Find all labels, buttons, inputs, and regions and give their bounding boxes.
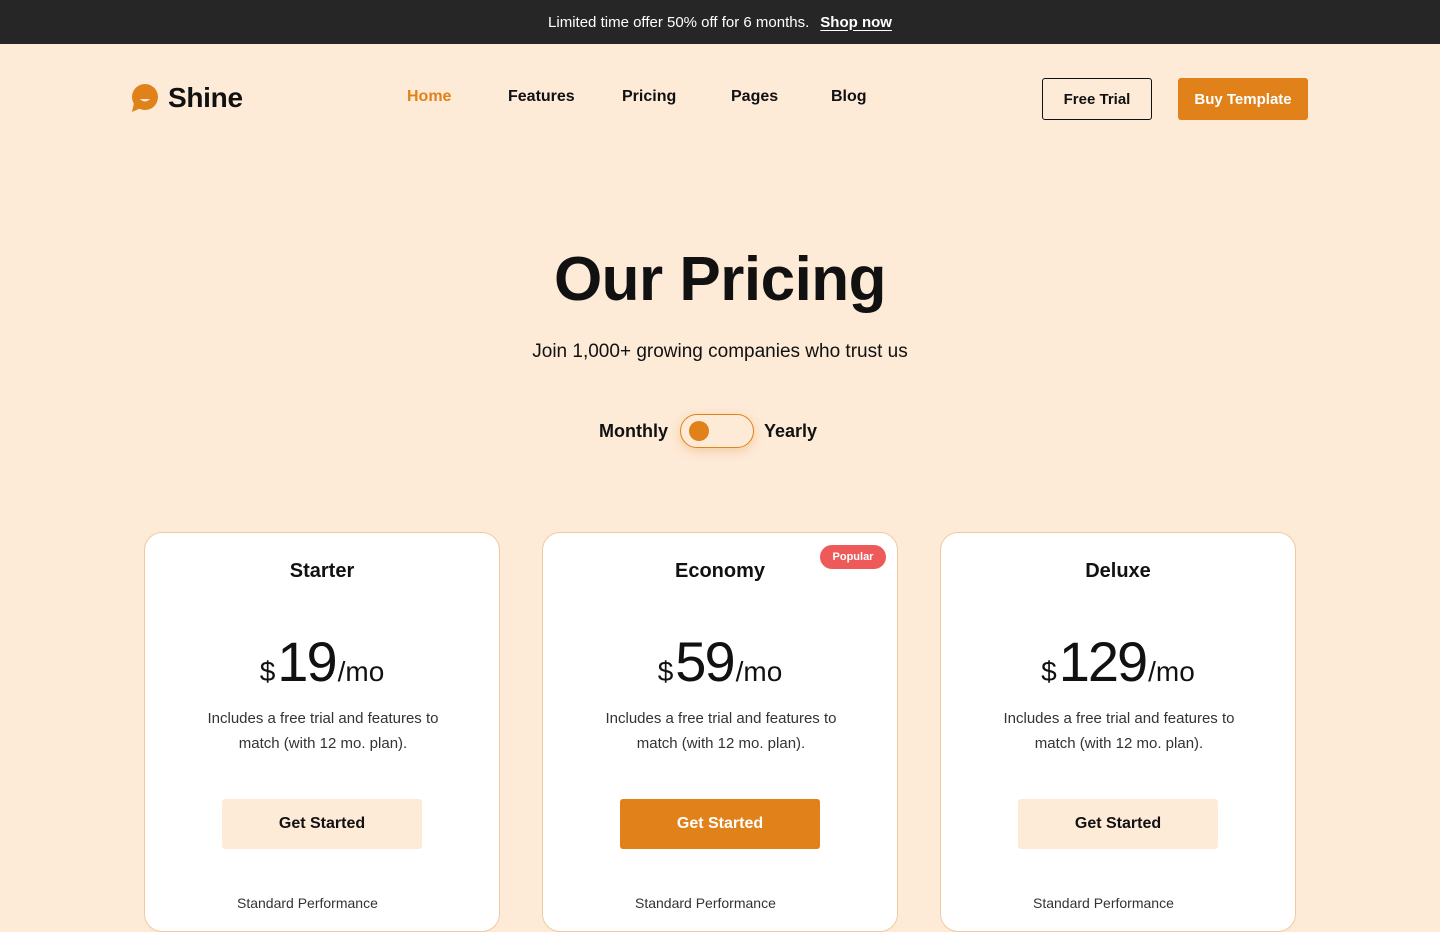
price-period: /mo [735, 656, 783, 687]
announcement-bar: Limited time offer 50% off for 6 months.… [0, 0, 1440, 44]
plan-description: Includes a free trial and features to ma… [605, 710, 837, 752]
plan-card-deluxe: Deluxe $ 129 /mo Includes a free trial a… [940, 532, 1296, 932]
plan-name: Starter [289, 560, 355, 582]
plan-price: $ 129 /mo [941, 629, 1295, 694]
shop-now-link[interactable]: Shop now [820, 14, 892, 31]
monthly-label[interactable]: Monthly [599, 421, 668, 442]
price-period: /mo [337, 656, 385, 687]
nav-item-pages[interactable]: Pages [731, 88, 778, 106]
price-amount: 59 [675, 630, 735, 693]
plan-feature: Standard Performance [1033, 895, 1174, 911]
price-currency: $ [259, 656, 276, 687]
plan-card-starter: Starter $ 19 /mo Includes a free trial a… [144, 532, 500, 932]
price-currency: $ [1041, 656, 1057, 687]
site-header: Shine Home Features Pricing Pages Blog F… [0, 44, 1440, 154]
yearly-label[interactable]: Yearly [764, 421, 817, 442]
nav-item-home[interactable]: Home [407, 88, 451, 106]
nav-item-features[interactable]: Features [508, 88, 575, 106]
announcement-message: Limited time offer 50% off for 6 months. [548, 13, 810, 31]
get-started-button[interactable]: Get Started [222, 799, 422, 849]
toggle-knob [689, 421, 709, 441]
plan-feature: Standard Performance [237, 895, 378, 911]
price-amount: 19 [277, 630, 337, 693]
plan-description: Includes a free trial and features to ma… [1003, 710, 1235, 752]
plan-card-economy: Popular Economy $ 59 /mo Includes a free… [542, 532, 898, 932]
free-trial-button[interactable]: Free Trial [1042, 78, 1152, 120]
nav-item-pricing[interactable]: Pricing [622, 88, 676, 106]
page-title: Our Pricing [553, 245, 887, 314]
buy-template-button[interactable]: Buy Template [1178, 78, 1308, 120]
plan-name: Deluxe [1085, 560, 1151, 582]
billing-toggle-row: Monthly Yearly [0, 414, 1440, 450]
plan-name: Economy [674, 560, 766, 582]
nav-item-blog[interactable]: Blog [831, 88, 867, 106]
price-amount: 129 [1058, 630, 1148, 693]
plan-price: $ 19 /mo [145, 629, 499, 694]
get-started-button[interactable]: Get Started [1018, 799, 1218, 849]
plan-feature: Standard Performance [635, 895, 776, 911]
get-started-button[interactable]: Get Started [620, 799, 820, 849]
price-period: /mo [1148, 656, 1195, 687]
plan-price: $ 59 /mo [543, 629, 897, 694]
price-currency: $ [657, 656, 674, 687]
page-subtitle: Join 1,000+ growing companies who trust … [532, 341, 908, 362]
plan-description: Includes a free trial and features to ma… [207, 710, 439, 752]
billing-period-toggle[interactable] [680, 414, 754, 448]
